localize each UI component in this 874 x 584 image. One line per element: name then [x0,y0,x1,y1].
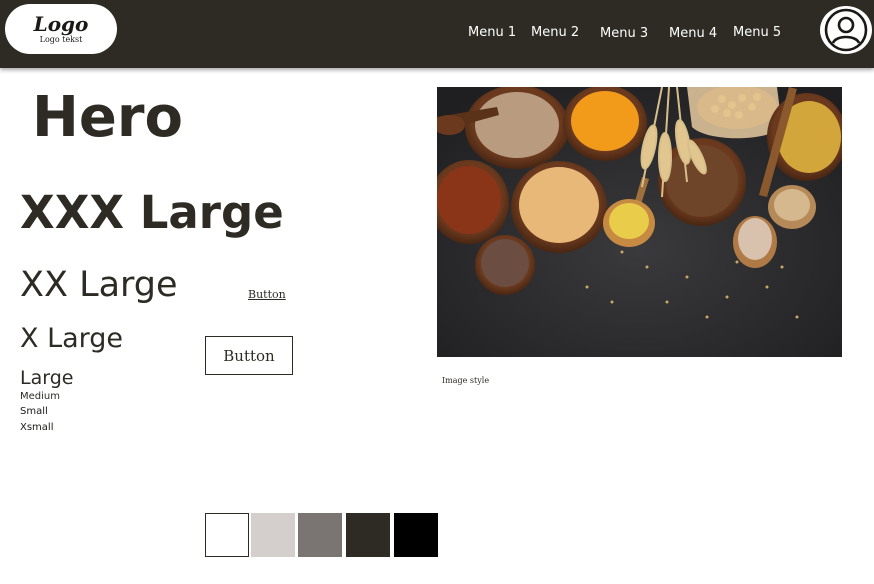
grains-photo [437,87,842,357]
user-circle-icon [824,8,868,52]
logo-subtitle: Logo tekst [39,34,83,44]
image-caption: Image style [442,376,490,385]
color-swatch-light-gray [251,513,295,557]
color-swatch-dark-brown [346,513,390,557]
top-bar: Logo Logo tekst Menu 1 Menu 2 Menu 3 Men… [0,0,874,68]
type-sample-xxx-large: XXX Large [20,186,284,239]
color-swatch-mid-gray [298,513,342,557]
profile-button[interactable] [820,6,872,54]
type-sample-small: Small [20,406,48,417]
nav-item-menu-4[interactable]: Menu 4 [669,25,717,43]
type-sample-xsmall: Xsmall [20,422,54,433]
logo-title: Logo [33,11,89,36]
nav-item-menu-2[interactable]: Menu 2 [531,24,579,42]
color-swatch-black [394,513,438,557]
nav-item-menu-5[interactable]: Menu 5 [733,24,781,42]
color-swatch-white [205,513,249,557]
style-guide-page: Logo Logo tekst Menu 1 Menu 2 Menu 3 Men… [0,0,874,584]
grains-photo-illustration [437,87,842,357]
type-sample-x-large: X Large [20,323,124,354]
link-style-button[interactable]: Button [248,288,286,302]
type-sample-large: Large [20,367,74,389]
nav-item-menu-1[interactable]: Menu 1 [468,24,516,42]
outline-button[interactable]: Button [205,336,293,375]
type-sample-hero: Hero [32,85,183,150]
nav-item-menu-3[interactable]: Menu 3 [600,25,648,43]
type-sample-xx-large: XX Large [20,265,178,305]
type-sample-medium: Medium [20,391,60,402]
logo[interactable]: Logo Logo tekst [5,4,117,54]
